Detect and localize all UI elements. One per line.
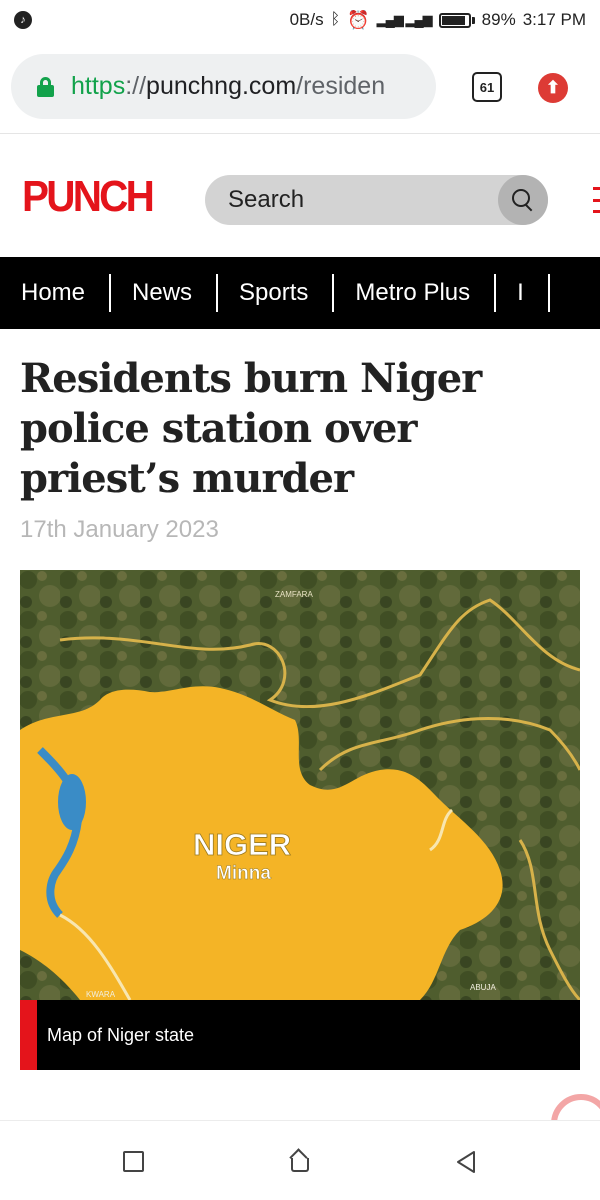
site-header: PUNCH Search: [0, 135, 600, 257]
clock: 3:17 PM: [522, 10, 586, 29]
article-date: 17th January 2023: [20, 516, 219, 543]
battery-icon: [438, 12, 475, 28]
nav-item-sports[interactable]: Sports: [218, 274, 335, 312]
url-text: https://punchng.com/residen: [71, 72, 385, 101]
map-label-kwara: KWARA: [86, 990, 116, 999]
url-separator: ://: [125, 72, 147, 100]
upload-icon[interactable]: ⬆: [538, 73, 568, 103]
nav-item-news[interactable]: News: [111, 274, 219, 312]
map-label-abuja: ABUJA: [470, 983, 496, 992]
back-icon[interactable]: [455, 1150, 477, 1174]
niger-map-image: ZAMFARA NIGER Minna KWARA ABUJA: [20, 570, 580, 1000]
search-label: Search: [228, 186, 305, 213]
nav-item-partial[interactable]: I: [496, 274, 550, 312]
map-label-zamfara: ZAMFARA: [275, 590, 313, 599]
browser-toolbar: https://punchng.com/residen 61 ⬆: [0, 40, 600, 134]
category-nav: Home News Sports Metro Plus I: [0, 257, 600, 329]
punch-logo[interactable]: PUNCH: [22, 175, 157, 219]
recent-apps-icon[interactable]: [123, 1151, 144, 1172]
search-bar[interactable]: Search: [205, 175, 548, 225]
url-scheme: https: [71, 72, 126, 100]
battery-fill: [441, 15, 465, 25]
signal-icon: ▂▄▆ ▂▄▆: [376, 12, 433, 27]
lock-icon: [37, 76, 54, 97]
search-icon: [512, 189, 534, 211]
tab-switcher-button[interactable]: 61: [472, 72, 502, 102]
battery-percent: 89%: [481, 10, 516, 29]
image-caption: Map of Niger state: [20, 1000, 580, 1070]
article-headline: Residents burn Niger police station over…: [20, 355, 482, 502]
music-icon: ♪: [14, 11, 32, 29]
nav-item-metro-plus[interactable]: Metro Plus: [334, 274, 496, 312]
home-icon[interactable]: [289, 1149, 311, 1172]
url-host: punchng.com: [146, 72, 297, 100]
map-label-niger: NIGER: [193, 827, 291, 862]
map-label-minna: Minna: [216, 863, 271, 884]
nav-item-home[interactable]: Home: [0, 274, 112, 312]
url-path: /residen: [296, 72, 386, 100]
alarm-icon: ⏰: [347, 9, 370, 30]
data-speed: 0B/s: [289, 10, 324, 29]
page: ♪ 0B/s ᛒ ⏰ ▂▄▆ ▂▄▆ 89% 3:17 PM https://p…: [0, 0, 600, 1200]
article-figure: ZAMFARA NIGER Minna KWARA ABUJA Map of N…: [20, 570, 580, 1070]
url-field[interactable]: https://punchng.com/residen: [11, 54, 436, 119]
menu-icon[interactable]: [593, 187, 600, 213]
bluetooth-icon: ᛒ: [330, 11, 341, 28]
status-bar: ♪ 0B/s ᛒ ⏰ ▂▄▆ ▂▄▆ 89% 3:17 PM: [0, 0, 600, 40]
system-nav-bar: [0, 1120, 600, 1200]
search-button[interactable]: [498, 175, 548, 225]
